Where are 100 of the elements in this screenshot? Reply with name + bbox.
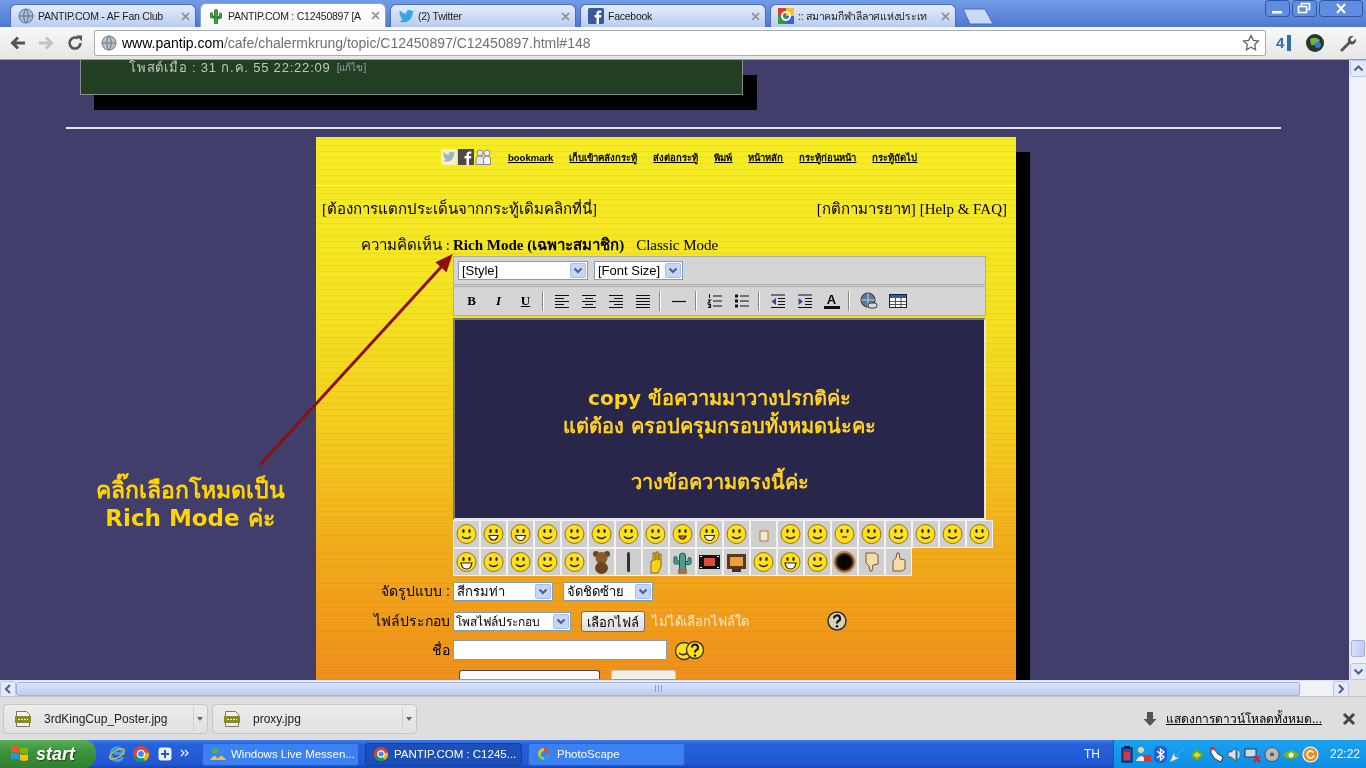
teddy-bear-icon[interactable] bbox=[588, 548, 615, 576]
smiley-icon[interactable] bbox=[804, 548, 831, 576]
star-icon[interactable] bbox=[1242, 34, 1260, 52]
share-link[interactable]: กระทู้ถัดไป bbox=[872, 149, 918, 165]
browser-tab[interactable]: PANTIP.COM - AF Fan Club bbox=[10, 4, 196, 27]
smiley-help-icon[interactable] bbox=[674, 638, 704, 661]
cactus-icon[interactable] bbox=[669, 548, 696, 576]
app-icon[interactable] bbox=[156, 745, 174, 763]
scroll-left-icon[interactable] bbox=[0, 680, 16, 697]
taskbar-button[interactable]: PANTIP.COM : C1245... bbox=[365, 742, 522, 766]
outdent-icon[interactable] bbox=[769, 293, 786, 309]
browser-tab[interactable]: (2) Twitter bbox=[390, 4, 576, 27]
taskbar-button[interactable]: PhotoScape bbox=[528, 742, 685, 766]
smiley-icon[interactable] bbox=[804, 520, 831, 548]
scroll-right-icon[interactable] bbox=[1333, 680, 1349, 697]
share-link[interactable]: พิมพ์ bbox=[714, 149, 733, 165]
smiley-icon[interactable] bbox=[696, 520, 723, 548]
format-dropdown[interactable]: สีกรมท่า bbox=[453, 581, 553, 601]
branch-topic-link[interactable]: [ต้องการแตกประเด็นจากกระทู้เดิมคลิกที่นี่] bbox=[322, 200, 597, 218]
share-link[interactable]: เก็บเข้าคลังกระทู้ bbox=[569, 149, 638, 165]
restore-button[interactable] bbox=[1292, 0, 1317, 17]
f-logo-icon[interactable] bbox=[458, 149, 474, 165]
e-logo-icon[interactable] bbox=[108, 745, 126, 763]
show-all-downloads-link[interactable]: แสดงการดาวน์โหลดทั้งหมด... bbox=[1166, 709, 1322, 728]
arrow-icon[interactable] bbox=[1169, 745, 1186, 763]
dark-disc-icon[interactable] bbox=[831, 548, 858, 576]
bluetooth-icon[interactable] bbox=[1154, 745, 1167, 763]
smiley-icon[interactable] bbox=[453, 520, 480, 548]
help-icon[interactable] bbox=[827, 611, 847, 631]
smiley-icon[interactable] bbox=[480, 548, 507, 576]
browser-tab[interactable]: Facebook bbox=[580, 4, 766, 27]
close-icon[interactable] bbox=[371, 11, 380, 20]
editor-area[interactable]: copy ข้อความมาวางปรกติค่ะ แต่ต้อง ครอปครุมกรอบทั้งหมดน่ะคะ วางข้อความตรงนี้ค่ะ bbox=[453, 318, 986, 520]
help-link[interactable]: [Help & FAQ] bbox=[919, 200, 1007, 218]
italic-button[interactable]: I bbox=[490, 293, 507, 309]
bullet-list-icon[interactable] bbox=[733, 293, 750, 309]
extension-button[interactable]: 4 bbox=[1276, 35, 1292, 51]
start-button[interactable]: start bbox=[0, 740, 96, 768]
align-left-icon[interactable] bbox=[553, 293, 570, 309]
download-item[interactable]: 3rdKingCup_Poster.jpg bbox=[3, 703, 208, 734]
smiley-icon[interactable] bbox=[939, 520, 966, 548]
smiley-icon[interactable] bbox=[507, 520, 534, 548]
smiley-icon[interactable] bbox=[777, 548, 804, 576]
back-icon[interactable] bbox=[9, 34, 27, 52]
scroll-down-icon[interactable] bbox=[1350, 663, 1366, 680]
smiley-icon[interactable] bbox=[588, 520, 615, 548]
ring-logo-icon[interactable] bbox=[132, 745, 150, 763]
smiley-icon[interactable] bbox=[561, 548, 588, 576]
smiley-icon[interactable] bbox=[777, 520, 804, 548]
share-link[interactable]: bookmark bbox=[508, 151, 554, 163]
user-icon[interactable] bbox=[1135, 745, 1152, 763]
smiley-icon[interactable] bbox=[723, 520, 750, 548]
underline-button[interactable]: U bbox=[517, 293, 534, 309]
format-dropdown[interactable]: จัดชิดซ้าย bbox=[563, 581, 653, 601]
mode-link[interactable]: Classic Mode bbox=[636, 236, 719, 254]
choose-file-button[interactable]: เลือกไฟล์ bbox=[581, 610, 645, 632]
globe-link-icon[interactable] bbox=[859, 292, 878, 310]
justify-icon[interactable] bbox=[634, 293, 651, 309]
thumbs-down-icon[interactable] bbox=[858, 548, 885, 576]
new-tab-button[interactable] bbox=[962, 8, 994, 25]
reload-icon[interactable] bbox=[66, 34, 84, 52]
network-disconnected-icon[interactable] bbox=[1244, 745, 1262, 763]
smiley-icon[interactable] bbox=[507, 548, 534, 576]
font-size-dropdown[interactable]: [Font Size] bbox=[594, 261, 683, 280]
edit-link[interactable]: [แก้ไข] bbox=[336, 60, 367, 75]
mode-link[interactable]: Rich Mode (เฉพาะสมาชิก) bbox=[453, 233, 625, 257]
disc-icon[interactable] bbox=[1264, 745, 1280, 763]
minimize-button[interactable] bbox=[1265, 0, 1290, 17]
partial-button[interactable] bbox=[459, 670, 600, 679]
address-field[interactable]: www.pantip.com/cafe/chalermkrung/topic/C12450897/C12450897.html#148 bbox=[94, 30, 1266, 56]
monitor-icon[interactable] bbox=[723, 548, 750, 576]
vertical-scrollbar[interactable] bbox=[1349, 60, 1366, 680]
style-dropdown[interactable]: [Style] bbox=[458, 261, 588, 280]
smiley-icon[interactable] bbox=[669, 520, 696, 548]
scrollbar-thumb[interactable] bbox=[1351, 640, 1365, 657]
speaker-icon[interactable] bbox=[1227, 745, 1242, 763]
film-icon[interactable] bbox=[696, 548, 723, 576]
smiley-icon[interactable] bbox=[966, 520, 993, 548]
smiley-icon[interactable] bbox=[858, 520, 885, 548]
close-button[interactable] bbox=[1319, 0, 1363, 17]
thumbs-up-icon[interactable] bbox=[885, 548, 912, 576]
share-link[interactable]: หน้าหลัก bbox=[748, 149, 784, 165]
table-icon[interactable] bbox=[888, 293, 907, 309]
align-center-icon[interactable] bbox=[580, 293, 597, 309]
language-indicator[interactable]: TH bbox=[1084, 747, 1100, 761]
smiley-icon[interactable] bbox=[912, 520, 939, 548]
bold-button[interactable]: B bbox=[463, 293, 480, 309]
chevron-icon[interactable] bbox=[180, 749, 189, 759]
smiley-icon[interactable] bbox=[615, 520, 642, 548]
scroll-up-icon[interactable] bbox=[1350, 60, 1366, 77]
font-color-button[interactable]: A bbox=[823, 293, 840, 309]
taskbar-button[interactable]: Windows Live Messen... bbox=[202, 742, 359, 766]
smiley-icon[interactable] bbox=[561, 520, 588, 548]
smiley-icon[interactable] bbox=[453, 548, 480, 576]
browser-tab[interactable]: PANTIP.COM : C12450897 [A bbox=[200, 3, 386, 27]
indent-icon[interactable] bbox=[796, 293, 813, 309]
name-input[interactable] bbox=[453, 639, 667, 660]
stick-icon[interactable] bbox=[615, 548, 642, 576]
sphere-icon[interactable] bbox=[1305, 33, 1326, 53]
share-link[interactable]: ส่งต่อกระทู้ bbox=[653, 149, 699, 165]
